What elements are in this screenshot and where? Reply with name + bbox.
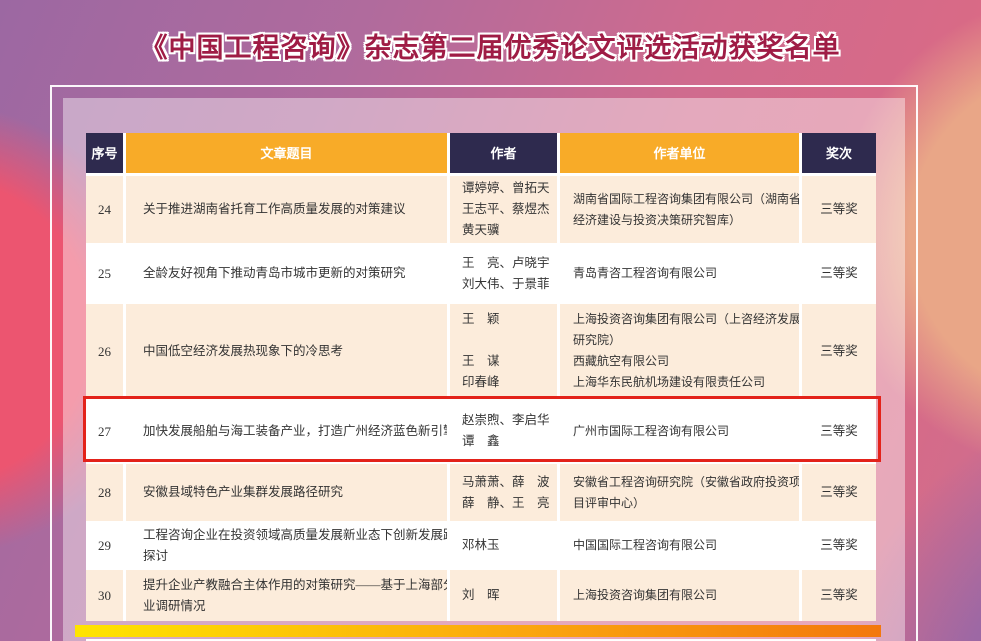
article-title: 提升企业产教融合主体作用的对策研究——基于上海部分企 业调研情况	[126, 570, 447, 621]
award-level: 三等奖	[802, 464, 876, 521]
author-organization: 上海投资咨询集团有限公司	[560, 570, 799, 621]
header-authors: 作者	[450, 133, 557, 173]
row-number: 29	[86, 524, 123, 567]
authors: 刘 晖	[450, 570, 557, 621]
author-organization: 上海投资咨询集团有限公司（上咨经济发展 研究院） 西藏航空有限公司 上海华东民航…	[560, 304, 799, 398]
header-award-level: 奖次	[802, 133, 876, 173]
article-title: 关于推进湖南省托育工作高质量发展的对策建议	[126, 176, 447, 243]
authors: 马萧萧、薛 波 薛 静、王 亮	[450, 464, 557, 521]
author-organization: 中国国际工程咨询有限公司	[560, 524, 799, 567]
article-title: 全龄友好视角下推动青岛市城市更新的对策研究	[126, 246, 447, 301]
table-header-row: 序号 文章题目 作者 作者单位 奖次	[86, 133, 876, 173]
table-row-26: 26 中国低空经济发展热现象下的冷思考 王 颖 王 谋 印春峰 上海投资咨询集团…	[86, 304, 876, 398]
award-level: 三等奖	[802, 246, 876, 301]
author-organization: 安徽省工程咨询研究院（安徽省政府投资项 目评审中心）	[560, 464, 799, 521]
table-row-24: 24 关于推进湖南省托育工作高质量发展的对策建议 谭婷婷、曾拓天 王志平、蔡煜杰…	[86, 176, 876, 243]
authors: 邓林玉	[450, 524, 557, 567]
header-article-title: 文章题目	[126, 133, 447, 173]
table-row-28: 28 安徽县域特色产业集群发展路径研究 马萧萧、薛 波 薛 静、王 亮 安徽省工…	[86, 464, 876, 521]
authors: 王 颖 王 谋 印春峰	[450, 304, 557, 398]
award-level: 三等奖	[802, 570, 876, 621]
award-level: 三等奖	[802, 176, 876, 243]
table-row-30: 30 提升企业产教融合主体作用的对策研究——基于上海部分企 业调研情况 刘 晖 …	[86, 570, 876, 621]
highlight-box	[83, 396, 881, 462]
award-level: 三等奖	[802, 304, 876, 398]
header-serial-number: 序号	[86, 133, 123, 173]
article-title: 安徽县域特色产业集群发展路径研究	[126, 464, 447, 521]
row-number: 24	[86, 176, 123, 243]
table-row-29: 29 工程咨询企业在投资领域高质量发展新业态下创新发展路径 探讨 邓林玉 中国国…	[86, 524, 876, 567]
row-number: 26	[86, 304, 123, 398]
authors: 谭婷婷、曾拓天 王志平、蔡煜杰 黄天骥	[450, 176, 557, 243]
page-title: 《中国工程咨询》杂志第二届优秀论文评选活动获奖名单	[0, 26, 981, 65]
award-list-page: 《中国工程咨询》杂志第二届优秀论文评选活动获奖名单 序号 文章题目 作者 作者单…	[0, 0, 981, 641]
award-level: 三等奖	[802, 524, 876, 567]
table-row-25: 25 全龄友好视角下推动青岛市城市更新的对策研究 王 亮、卢晓宇 刘大伟、于景菲…	[86, 246, 876, 301]
author-organization: 青岛青咨工程咨询有限公司	[560, 246, 799, 301]
row-number: 25	[86, 246, 123, 301]
bottom-gradient-bar	[75, 625, 881, 637]
authors: 王 亮、卢晓宇 刘大伟、于景菲	[450, 246, 557, 301]
row-number: 28	[86, 464, 123, 521]
article-title: 中国低空经济发展热现象下的冷思考	[126, 304, 447, 398]
article-title: 工程咨询企业在投资领域高质量发展新业态下创新发展路径 探讨	[126, 524, 447, 567]
row-number: 30	[86, 570, 123, 621]
author-organization: 湖南省国际工程咨询集团有限公司（湖南省 经济建设与投资决策研究智库）	[560, 176, 799, 243]
header-author-organization: 作者单位	[560, 133, 799, 173]
awards-table: 序号 文章题目 作者 作者单位 奖次 24 关于推进湖南省托育工作高质量发展的对…	[86, 133, 876, 621]
